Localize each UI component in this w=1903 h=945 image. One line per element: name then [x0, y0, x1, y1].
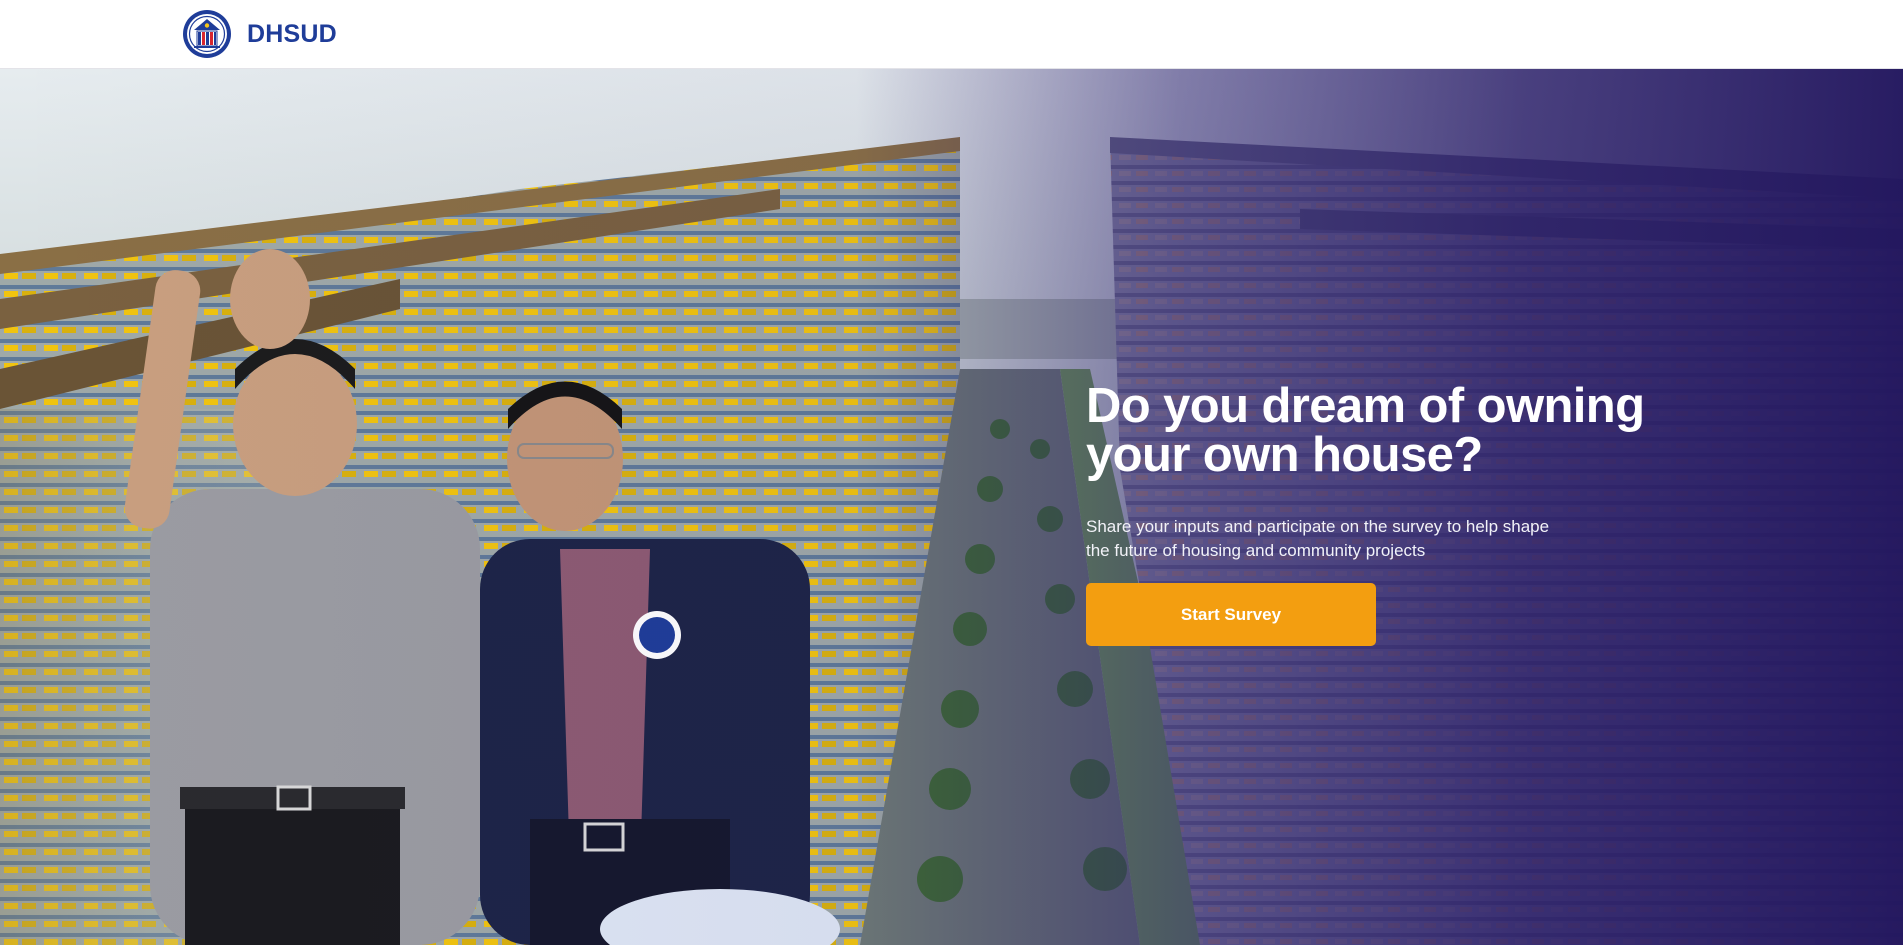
hero-headline: Do you dream of owning your own house?: [1086, 382, 1726, 480]
hero-banner: Do you dream of owning your own house? S…: [0, 69, 1903, 945]
start-survey-button[interactable]: Start Survey: [1086, 583, 1376, 646]
hero-description-line-2: the future of housing and community proj…: [1086, 541, 1426, 560]
hero-description-line-1: Share your inputs and participate on the…: [1086, 517, 1550, 536]
top-navigation-bar: DHSUD: [0, 0, 1903, 69]
hero-headline-line-1: Do you dream of owning: [1086, 379, 1645, 433]
hero-description: Share your inputs and participate on the…: [1086, 515, 1606, 563]
home-logo-link[interactable]: DHSUD: [182, 8, 337, 60]
hero-headline-line-2: your own house?: [1086, 428, 1483, 482]
hero-content: Do you dream of owning your own house? S…: [1086, 382, 1726, 646]
brand-name: DHSUD: [247, 19, 337, 48]
dhsud-seal-icon: [183, 10, 231, 58]
